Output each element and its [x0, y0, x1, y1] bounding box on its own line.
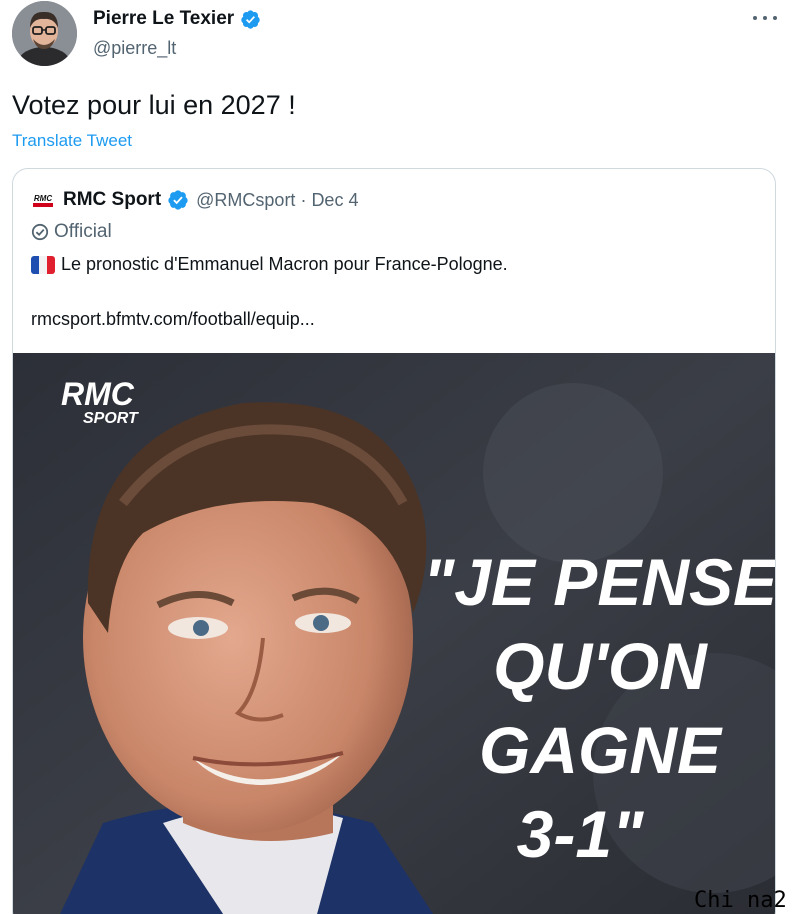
official-badge-icon: [31, 223, 49, 241]
person-avatar-icon: [12, 1, 77, 66]
quoted-tweet-header: RMC RMC Sport @RMCsport · Dec 4: [31, 189, 358, 211]
quoted-tweet-text: Le pronostic d'Emmanuel Macron pour Fran…: [61, 254, 508, 274]
quoted-author-handle[interactable]: @RMCsport: [196, 190, 295, 211]
tweet-text: Votez pour lui en 2027 !: [12, 90, 296, 120]
official-label-text: Official: [54, 221, 112, 242]
quoted-author-name[interactable]: RMC Sport: [63, 189, 161, 211]
quoted-tweet-image[interactable]: RMC SPORT "JE PENSE QU'ON GAGNE 3-1": [13, 353, 776, 914]
official-label: Official: [31, 221, 112, 243]
sport-logo-text: SPORT: [83, 410, 139, 427]
author-name[interactable]: Pierre Le Texier: [93, 8, 234, 30]
author-name-row: Pierre Le Texier: [93, 8, 261, 30]
quoted-tweet-date[interactable]: Dec 4: [311, 190, 358, 211]
rmc-sport-logo-icon: RMC: [31, 191, 55, 209]
quote-line-1: "JE PENSE: [423, 545, 776, 619]
france-flag-icon: [31, 255, 55, 274]
author-avatar[interactable]: [12, 1, 77, 66]
quote-line-3: GAGNE: [479, 713, 723, 787]
dot-icon: [763, 16, 767, 20]
separator-dot: ·: [300, 189, 307, 210]
dot-icon: [753, 16, 757, 20]
quoted-tweet-body: Le pronostic d'Emmanuel Macron pour Fran…: [31, 254, 508, 275]
svg-text:RMC: RMC: [34, 194, 52, 203]
verified-badge-icon: [168, 190, 188, 210]
rmc-logo-text: RMC: [61, 376, 135, 412]
tweet-author: Pierre Le Texier @pierre_lt: [93, 8, 261, 59]
quote-line-2: QU'ON: [493, 629, 708, 703]
translate-tweet-link[interactable]: Translate Tweet: [12, 131, 132, 151]
dot-icon: [773, 16, 777, 20]
verified-badge-icon: [241, 9, 260, 29]
more-options-icon[interactable]: [753, 8, 777, 28]
quoted-tweet-card[interactable]: RMC RMC Sport @RMCsport · Dec 4 Official…: [12, 168, 776, 914]
author-handle[interactable]: @pierre_lt: [93, 38, 261, 59]
macron-photo: RMC SPORT "JE PENSE QU'ON GAGNE 3-1": [13, 353, 776, 914]
watermark-text: Chi na2: [694, 888, 787, 913]
quote-line-4: 3-1": [517, 797, 644, 871]
quoted-tweet-link[interactable]: rmcsport.bfmtv.com/football/equip...: [31, 309, 315, 330]
